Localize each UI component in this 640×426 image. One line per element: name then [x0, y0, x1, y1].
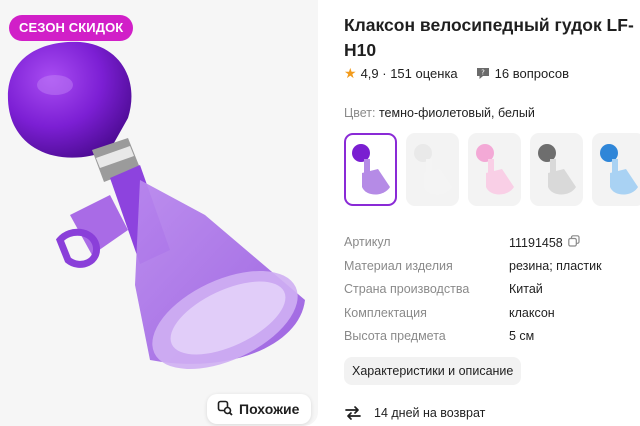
- similar-button[interactable]: Похожие: [207, 394, 312, 424]
- swatch-thumbnail: [351, 143, 390, 194]
- product-image: [7, 41, 305, 369]
- color-swatch[interactable]: [530, 133, 583, 206]
- spec-value-text: Китай: [509, 282, 543, 296]
- spec-value: 11191458: [509, 235, 580, 250]
- spec-key: Материал изделия: [344, 258, 453, 273]
- spec-row: Материал изделия резина; пластик: [344, 256, 640, 280]
- color-label: Цвет:: [344, 106, 376, 120]
- returns-label: 14 дней на возврат: [374, 406, 486, 420]
- question-icon: ?: [476, 67, 490, 80]
- color-swatch[interactable]: [344, 133, 397, 206]
- rating-separator: ·: [378, 66, 391, 81]
- rating-row: ★ 4,9 · 151 оценка ? 16 вопросов: [344, 65, 569, 82]
- product-gallery[interactable]: СЕЗОН СКИДОК Похожие: [0, 0, 318, 426]
- swatch-thumbnail: [413, 143, 452, 194]
- spec-row: Высота предмета 5 см: [344, 326, 640, 350]
- spec-key: Страна производства: [344, 282, 470, 296]
- svg-text:?: ?: [481, 69, 485, 77]
- spec-value: резина; пластик: [509, 259, 602, 273]
- spec-value-text: 5 см: [509, 329, 535, 343]
- spec-value-text: 11191458: [509, 235, 563, 250]
- color-swatch[interactable]: [468, 133, 521, 206]
- spec-value-text: резина; пластик: [509, 258, 602, 273]
- spec-key: Комплектация: [344, 305, 427, 320]
- copy-icon[interactable]: [567, 235, 580, 250]
- color-swatch[interactable]: [406, 133, 459, 206]
- spec-value: 5 см: [509, 329, 534, 343]
- swatch-thumbnail: [599, 143, 638, 194]
- spec-value-text: клаксон: [509, 305, 555, 320]
- return-arrows-icon: [344, 405, 362, 421]
- swatch-thumbnail: [475, 143, 514, 194]
- promo-badge: СЕЗОН СКИДОК: [9, 15, 134, 41]
- star-icon: ★: [344, 65, 357, 81]
- color-swatch[interactable]: [592, 133, 640, 206]
- spec-row: Комплектация клаксон: [344, 303, 640, 327]
- spec-key: Артикул: [344, 235, 391, 249]
- color-value: темно-фиолетовый, белый: [378, 106, 535, 120]
- spec-key: Высота предмета: [344, 329, 446, 343]
- color-row: Цвет: темно-фиолетовый, белый: [344, 106, 535, 120]
- color-swatches: [344, 133, 640, 206]
- spec-row: Страна производства Китай: [344, 279, 640, 303]
- reviews-count[interactable]: 151 оценка: [390, 66, 457, 81]
- returns-row[interactable]: 14 дней на возврат: [344, 405, 485, 421]
- rating-value[interactable]: 4,9: [361, 66, 379, 81]
- product-title: Клаксон велосипедный гудок LF-H10: [344, 15, 634, 60]
- swatch-thumbnail: [537, 143, 576, 194]
- questions-count[interactable]: 16 вопросов: [495, 66, 569, 81]
- specs-table: Артикул 11191458 Материал изделия резина; п…: [344, 232, 640, 350]
- spec-row: Артикул 11191458: [344, 232, 640, 256]
- spec-value: Китай: [509, 282, 543, 296]
- description-button[interactable]: Характеристики и описание: [344, 357, 522, 385]
- search-similar-icon: [217, 400, 233, 419]
- spec-value: клаксон: [509, 306, 555, 320]
- similar-button-label: Похожие: [239, 401, 300, 417]
